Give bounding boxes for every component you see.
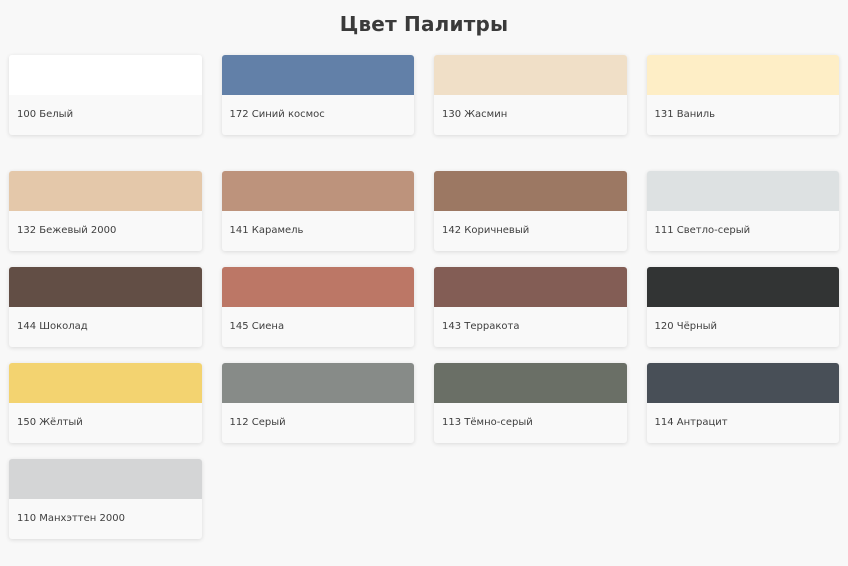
color-label: 141 Карамель: [229, 225, 304, 236]
page-title: Цвет Палитры: [339, 12, 509, 36]
color-grid: 100 Белый 172 Синий космос 130 Жасмин 13…: [9, 55, 839, 555]
color-card-111[interactable]: 111 Светло-серый: [646, 171, 839, 251]
color-label: 131 Ваниль: [654, 109, 716, 120]
color-row: 110 Манхэттен 2000: [9, 459, 839, 539]
color-swatch: [646, 171, 839, 211]
color-card-150[interactable]: 150 Жёлтый: [9, 363, 202, 443]
color-label: 150 Жёлтый: [17, 417, 83, 428]
color-card-113[interactable]: 113 Тёмно-серый: [434, 363, 627, 443]
color-card-112[interactable]: 112 Серый: [221, 363, 414, 443]
color-swatch: [434, 171, 627, 211]
color-card-110[interactable]: 110 Манхэттен 2000: [9, 459, 202, 539]
color-label: 120 Чёрный: [654, 321, 718, 332]
color-card-141[interactable]: 141 Карамель: [221, 171, 414, 251]
color-swatch: [9, 55, 202, 95]
color-swatch: [9, 363, 202, 403]
color-card-100[interactable]: 100 Белый: [9, 55, 202, 135]
color-swatch: [9, 171, 202, 211]
color-swatch: [434, 363, 627, 403]
color-card-120[interactable]: 120 Чёрный: [646, 267, 839, 347]
color-card-114[interactable]: 114 Антрацит: [646, 363, 839, 443]
color-card-131[interactable]: 131 Ваниль: [646, 55, 839, 135]
color-label: 110 Манхэттен 2000: [17, 513, 125, 524]
color-swatch: [221, 267, 414, 307]
color-label: 145 Сиена: [229, 321, 285, 332]
color-swatch: [434, 267, 627, 307]
color-row: 132 Бежевый 2000 141 Карамель 142 Коричн…: [9, 171, 839, 251]
color-label: 142 Коричневый: [442, 225, 530, 236]
color-label: 111 Светло-серый: [654, 225, 751, 236]
color-swatch: [221, 363, 414, 403]
color-row: 100 Белый 172 Синий космос 130 Жасмин 13…: [9, 55, 839, 135]
color-swatch: [221, 55, 414, 95]
color-swatch: [646, 55, 839, 95]
color-swatch: [9, 267, 202, 307]
color-swatch: [434, 55, 627, 95]
color-card-144[interactable]: 144 Шоколад: [9, 267, 202, 347]
color-label: 100 Белый: [17, 109, 74, 120]
color-label: 144 Шоколад: [17, 321, 88, 332]
color-card-132[interactable]: 132 Бежевый 2000: [9, 171, 202, 251]
color-label: 114 Антрацит: [654, 417, 728, 428]
color-card-143[interactable]: 143 Терракота: [434, 267, 627, 347]
color-card-130[interactable]: 130 Жасмин: [434, 55, 627, 135]
color-swatch: [9, 459, 202, 499]
color-label: 112 Серый: [229, 417, 286, 428]
color-row: 144 Шоколад 145 Сиена 143 Терракота 120 …: [9, 267, 839, 347]
color-swatch: [646, 363, 839, 403]
color-label: 143 Терракота: [442, 321, 520, 332]
palette-page: Цвет Палитры 100 Белый 172 Синий космос …: [0, 0, 848, 566]
color-label: 113 Тёмно-серый: [442, 417, 533, 428]
color-label: 130 Жасмин: [442, 109, 508, 120]
color-row: 150 Жёлтый 112 Серый 113 Тёмно-серый 114…: [9, 363, 839, 443]
color-card-172[interactable]: 172 Синий космос: [221, 55, 414, 135]
color-swatch: [221, 171, 414, 211]
color-card-142[interactable]: 142 Коричневый: [434, 171, 627, 251]
color-label: 132 Бежевый 2000: [17, 225, 117, 236]
color-swatch: [646, 267, 839, 307]
color-label: 172 Синий космос: [229, 109, 325, 120]
color-card-145[interactable]: 145 Сиена: [221, 267, 414, 347]
